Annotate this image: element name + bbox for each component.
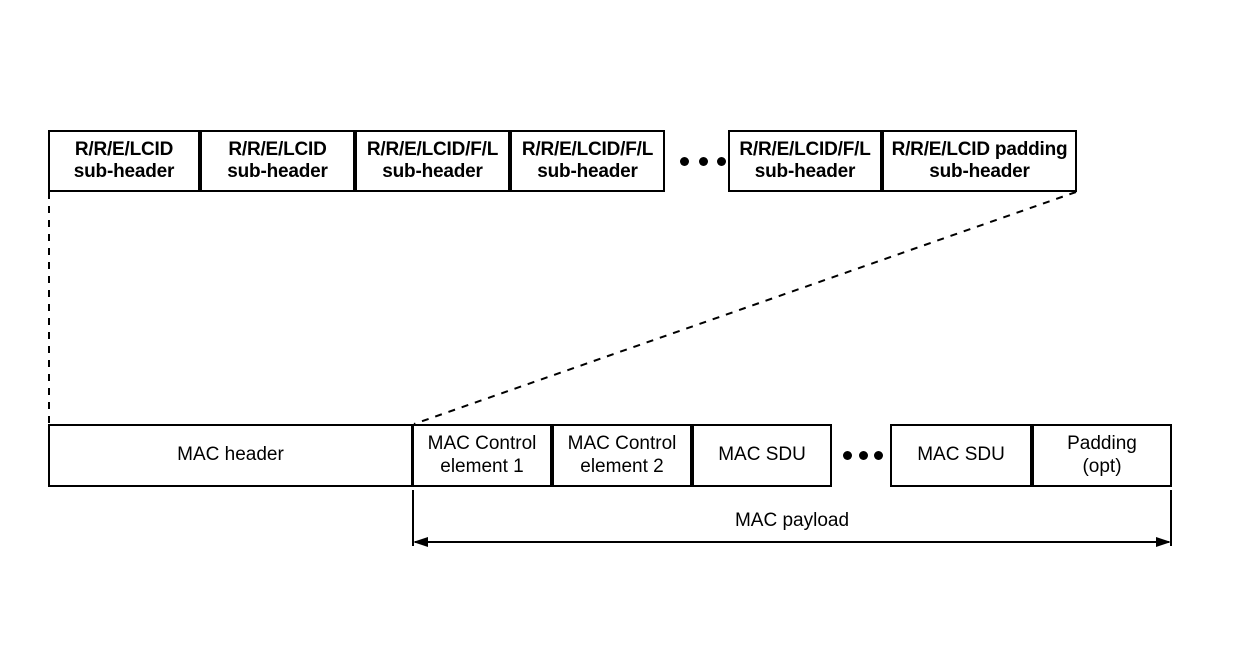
mac-control-element-1-line2: element 1 bbox=[440, 455, 524, 477]
mac-control-element-1-line1: MAC Control bbox=[427, 433, 537, 455]
ellipsis-dot bbox=[698, 156, 708, 166]
subheader-box-1: R/R/E/LCID sub-header bbox=[48, 130, 200, 192]
mac-control-element-2-box: MAC Control element 2 bbox=[552, 424, 692, 487]
subheader-row-ellipsis bbox=[680, 156, 726, 166]
mac-control-element-2-line1: MAC Control bbox=[567, 433, 677, 455]
subheader-box-1-line2: sub-header bbox=[73, 161, 175, 182]
subheader-box-3-line1: R/R/E/LCID/F/L bbox=[366, 138, 499, 160]
subheader-box-2-line2: sub-header bbox=[227, 161, 328, 182]
mac-control-element-1-box: MAC Control element 1 bbox=[412, 424, 552, 487]
subheader-box-2: R/R/E/LCID sub-header bbox=[200, 130, 355, 192]
subheader-box-2-line1: R/R/E/LCID bbox=[228, 138, 327, 160]
subheader-box-1-line1: R/R/E/LCID bbox=[74, 138, 174, 160]
padding-box-line1: Padding bbox=[1067, 433, 1137, 455]
subheader-box-6-line1: R/R/E/LCID padding bbox=[891, 138, 1068, 160]
mac-header-box: MAC header bbox=[48, 424, 413, 487]
mac-header-label: MAC header bbox=[177, 444, 284, 466]
subheader-box-6-padding: R/R/E/LCID padding sub-header bbox=[882, 130, 1077, 192]
dimension-arrowhead-left bbox=[413, 537, 428, 547]
ellipsis-dot bbox=[874, 451, 883, 460]
ellipsis-dot bbox=[843, 451, 852, 460]
mac-control-element-2-line2: element 2 bbox=[580, 455, 664, 477]
expansion-line-diagonal bbox=[413, 191, 1077, 425]
ellipsis-dot bbox=[858, 451, 868, 460]
subheader-box-3-line2: sub-header bbox=[382, 161, 483, 182]
mac-pdu-diagram: R/R/E/LCID sub-header R/R/E/LCID sub-hea… bbox=[0, 0, 1240, 652]
mac-sdu-box-2: MAC SDU bbox=[890, 424, 1032, 487]
padding-box: Padding (opt) bbox=[1032, 424, 1172, 487]
connector-lines-layer bbox=[48, 191, 1172, 547]
subheader-box-3: R/R/E/LCID/F/L sub-header bbox=[355, 130, 510, 192]
subheader-box-4-line1: R/R/E/LCID/F/L bbox=[521, 138, 654, 160]
pdu-row-ellipsis bbox=[843, 451, 883, 460]
ellipsis-dot bbox=[717, 156, 726, 166]
subheader-box-4: R/R/E/LCID/F/L sub-header bbox=[510, 130, 665, 192]
mac-sdu-box-2-label: MAC SDU bbox=[917, 444, 1005, 466]
subheader-box-6-line2: sub-header bbox=[929, 161, 1030, 182]
subheader-box-5: R/R/E/LCID/F/L sub-header bbox=[728, 130, 882, 192]
dimension-arrowhead-right bbox=[1156, 537, 1171, 547]
subheader-box-5-line2: sub-header bbox=[754, 161, 856, 182]
subheader-box-4-line2: sub-header bbox=[537, 161, 638, 182]
ellipsis-dot bbox=[680, 156, 689, 166]
padding-box-line2: (opt) bbox=[1082, 455, 1122, 477]
mac-sdu-box-1: MAC SDU bbox=[692, 424, 832, 487]
mac-payload-dimension-label: MAC payload bbox=[734, 510, 850, 531]
mac-sdu-box-1-label: MAC SDU bbox=[718, 444, 806, 466]
subheader-box-5-line1: R/R/E/LCID/F/L bbox=[739, 138, 871, 160]
